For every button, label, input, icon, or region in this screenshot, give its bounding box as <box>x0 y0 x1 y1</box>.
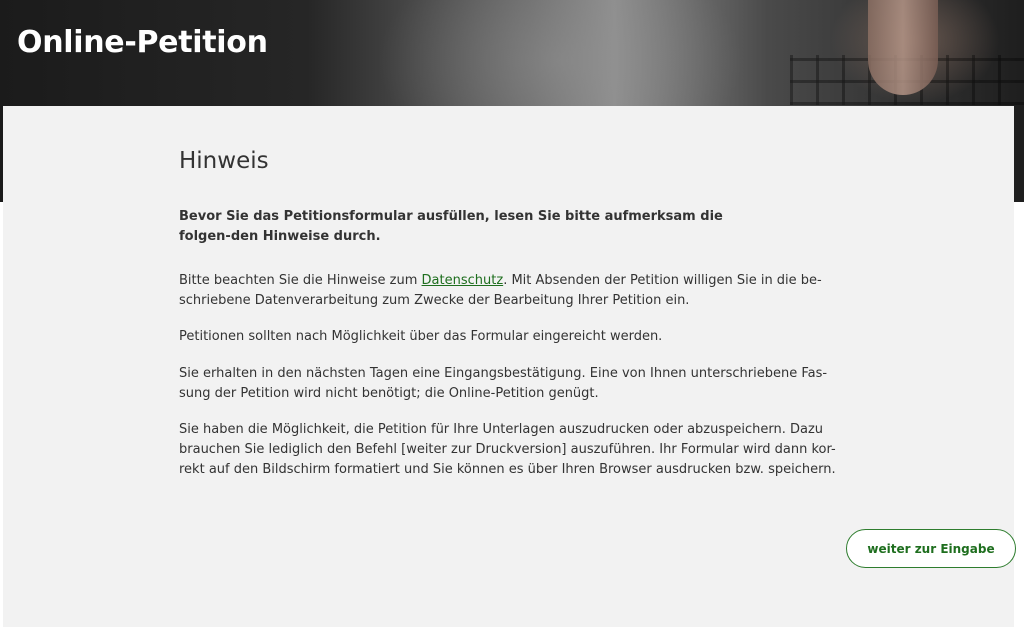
notice-panel: Hinweis Bevor Sie das Petitionsformular … <box>3 106 1016 627</box>
confirmation-paragraph: Sie erhalten in den nächsten Tagen eine … <box>179 366 828 401</box>
form-note-paragraph: Petitionen sollten nach Möglichkeit über… <box>179 329 663 344</box>
hand-image <box>868 0 938 95</box>
privacy-link[interactable]: Datenschutz <box>422 273 504 288</box>
notice-heading: Hinweis <box>179 148 269 174</box>
print-note-paragraph: Sie haben die Möglichkeit, die Petition … <box>179 422 836 477</box>
notice-lead: Bevor Sie das Petitionsformular ausfülle… <box>179 209 723 244</box>
privacy-text-before: Bitte beachten Sie die Hinweise zum <box>179 273 422 288</box>
continue-button[interactable]: weiter zur Eingabe <box>846 529 1016 568</box>
page-title: Online-Petition <box>17 25 268 60</box>
privacy-paragraph: Bitte beachten Sie die Hinweise zum Date… <box>179 271 839 311</box>
